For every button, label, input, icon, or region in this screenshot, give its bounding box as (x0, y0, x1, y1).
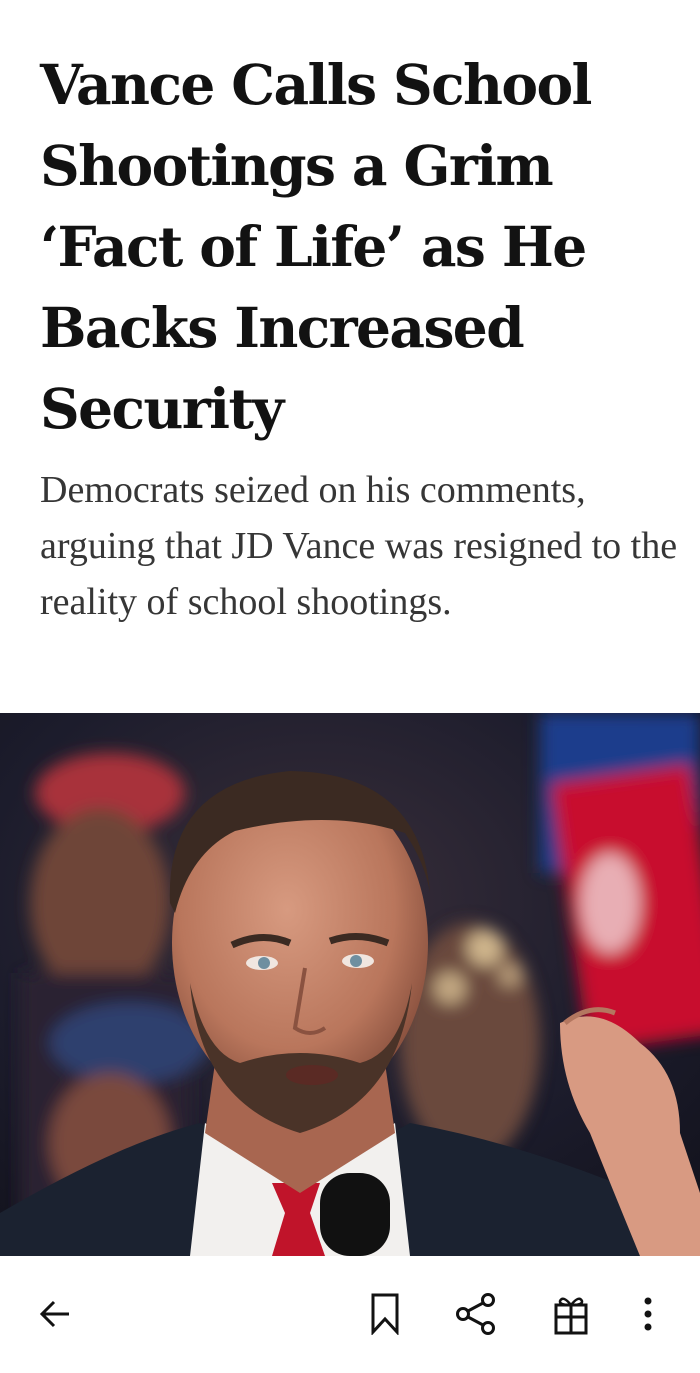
gift-article-button[interactable] (543, 1286, 599, 1342)
back-arrow-icon (39, 1300, 69, 1328)
more-vertical-icon (644, 1297, 652, 1331)
article-summary: Democrats seized on his comments, arguin… (40, 469, 678, 623)
article-headline: Vance Calls School Shootings a Grim ‘Fac… (40, 52, 592, 441)
article-photo (0, 713, 700, 1256)
more-options-button[interactable] (620, 1286, 676, 1342)
share-icon (456, 1293, 495, 1335)
gift-icon (554, 1297, 588, 1335)
share-button[interactable] (448, 1286, 504, 1342)
bookmark-icon (371, 1293, 399, 1335)
bottom-toolbar (0, 1256, 700, 1373)
photo-icon (0, 713, 700, 1256)
bookmark-button[interactable] (357, 1286, 413, 1342)
back-button[interactable] (27, 1286, 83, 1342)
